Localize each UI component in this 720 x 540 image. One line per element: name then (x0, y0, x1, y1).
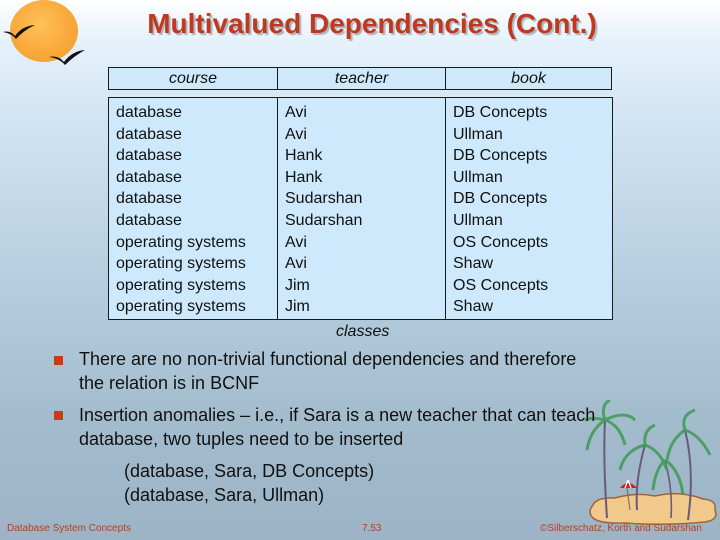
table-cell: database (116, 147, 182, 165)
bird-icon (49, 50, 85, 65)
table-cell: DB Concepts (453, 190, 548, 208)
table-cell: operating systems (116, 276, 246, 294)
table-cell: Ullman (453, 125, 503, 143)
table-cell: Hank (285, 168, 323, 186)
column-book: DB Concepts Ullman DB Concepts Ullman DB… (445, 98, 612, 319)
table-cell: Jim (285, 298, 310, 316)
column-header-book: book (445, 68, 611, 89)
table-body: database database database database data… (108, 97, 613, 320)
column-header-course: course (168, 70, 218, 87)
table-cell: operating systems (116, 298, 246, 316)
bullet-icon (54, 411, 63, 420)
tuple-line: (database, Sara, DB Concepts) (124, 461, 375, 481)
table-cell: operating systems (116, 255, 246, 273)
table-cell: Jim (285, 276, 310, 294)
table-cell: DB Concepts (453, 104, 548, 121)
table-cell: Avi (285, 104, 307, 121)
table-cell: OS Concepts (453, 233, 549, 251)
tuple-line: (database, Sara, Ullman) (124, 485, 325, 505)
bullet-line: There are no non-trivial functional depe… (79, 349, 577, 369)
bullet-line: Insertion anomalies – i.e., if Sara is a… (79, 405, 596, 425)
bullet-line: the relation is in BCNF (79, 373, 260, 393)
table-cell: OS Concepts (453, 276, 549, 294)
column-header-teacher: teacher (277, 68, 445, 89)
table-cell: Shaw (453, 298, 494, 316)
footer-page-number: 7.53 (362, 523, 382, 534)
bullet-icon (54, 356, 63, 365)
table-cell: database (116, 168, 182, 186)
bullet-item: There are no non-trivial functional depe… (79, 347, 669, 395)
bullet-item: Insertion anomalies – i.e., if Sara is a… (79, 403, 669, 451)
slide-title: Multivalued Dependencies (Cont.) (147, 8, 597, 39)
table-cell: Ullman (453, 211, 503, 229)
table-header: course teacher book (108, 67, 612, 90)
table-caption: classes (336, 323, 390, 340)
footer-right: ©Silberschatz, Korth and Sudarshan (540, 523, 702, 534)
table-cell: Sudarshan (285, 190, 363, 208)
table-cell: Sudarshan (285, 211, 363, 229)
table-cell: Hank (285, 147, 323, 165)
column-course: database database database database data… (109, 98, 277, 319)
table-cell: operating systems (116, 233, 246, 251)
table-cell: database (116, 211, 182, 229)
table-cell: database (116, 190, 182, 208)
table-cell: database (116, 125, 182, 143)
table-cell: Avi (285, 233, 307, 251)
column-teacher: Avi Avi Hank Hank Sudarshan Sudarshan Av… (277, 98, 445, 319)
table-cell: Avi (285, 255, 307, 273)
table-cell: Ullman (453, 168, 503, 186)
table-cell: DB Concepts (453, 147, 548, 165)
table-cell: Shaw (453, 255, 494, 273)
bullet-line: database, two tuples need to be inserted (79, 429, 404, 449)
table-cell: Avi (285, 125, 307, 143)
footer-left: Database System Concepts (7, 523, 131, 534)
table-cell: database (116, 104, 182, 121)
